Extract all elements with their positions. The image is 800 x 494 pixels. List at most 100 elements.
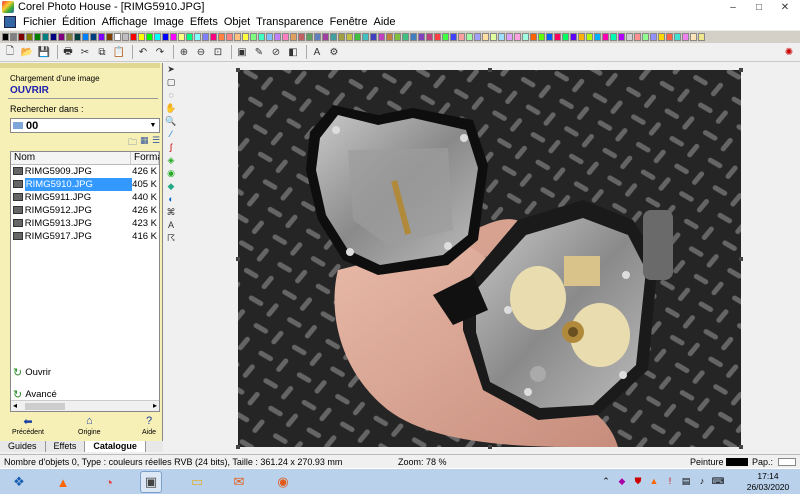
palette-swatch[interactable] — [194, 33, 201, 41]
palette-swatch[interactable] — [362, 33, 369, 41]
open-button[interactable]: ↻ Ouvrir — [13, 366, 51, 379]
palette-swatch[interactable] — [130, 33, 137, 41]
file-row[interactable]: RIMG5913.JPG 423 K — [11, 217, 159, 230]
selection-handle[interactable] — [739, 68, 743, 72]
selection-handle[interactable] — [739, 445, 743, 449]
palette-swatch[interactable] — [18, 33, 25, 41]
tray-volume-icon[interactable]: ♪ — [696, 475, 708, 487]
tab-catalogue[interactable]: Catalogue — [85, 441, 146, 452]
image-icon[interactable]: ▣ — [235, 45, 249, 59]
palette-swatch[interactable] — [490, 33, 497, 41]
file-row[interactable]: RIMG5909.JPG 426 K — [11, 165, 159, 178]
view-details-icon[interactable]: ☰ — [152, 135, 162, 146]
new-file-icon[interactable]: 🗋 — [3, 45, 17, 59]
pointer-icon[interactable]: ➤ — [165, 63, 177, 76]
menu-fichier[interactable]: Fichier — [20, 16, 59, 28]
view-list-icon[interactable]: ▦ — [140, 135, 150, 146]
tray-network-icon[interactable]: ▤ — [680, 475, 692, 487]
lasso-icon[interactable]: ◌ — [165, 89, 177, 102]
palette-swatch[interactable] — [450, 33, 457, 41]
ccleaner-icon[interactable]: ◔ — [98, 471, 120, 493]
tray-avast-icon[interactable]: ▲ — [648, 475, 660, 487]
palette-swatch[interactable] — [282, 33, 289, 41]
palette-swatch[interactable] — [170, 33, 177, 41]
palette-swatch[interactable] — [474, 33, 481, 41]
retouch-tool-icon[interactable]: ◉ — [165, 167, 177, 180]
firefox-icon[interactable]: ◉ — [272, 471, 294, 493]
effect-tool-icon[interactable]: ☈ — [165, 232, 177, 245]
file-row[interactable]: RIMG5912.JPG 426 K — [11, 204, 159, 217]
palette-swatch[interactable] — [578, 33, 585, 41]
text-tool-icon[interactable]: A — [165, 219, 177, 232]
paste-icon[interactable]: 📋 — [112, 45, 126, 59]
palette-swatch[interactable] — [146, 33, 153, 41]
palette-swatch[interactable] — [482, 33, 489, 41]
palette-swatch[interactable] — [674, 33, 681, 41]
stamp-icon[interactable]: ◧ — [286, 45, 300, 59]
zoom-icon[interactable]: 🔍 — [165, 115, 177, 128]
menu-edition[interactable]: Édition — [59, 16, 99, 28]
cut-icon[interactable]: ✂ — [78, 45, 92, 59]
palette-swatch[interactable] — [218, 33, 225, 41]
menu-transparence[interactable]: Transparence — [253, 16, 326, 28]
palette-swatch[interactable] — [378, 33, 385, 41]
fill-tool-icon[interactable]: ◆ — [165, 180, 177, 193]
palette-swatch[interactable] — [642, 33, 649, 41]
chevron-down-icon[interactable]: ▼ — [148, 120, 158, 131]
palette-swatch[interactable] — [330, 33, 337, 41]
palette-swatch[interactable] — [298, 33, 305, 41]
palette-swatch[interactable] — [434, 33, 441, 41]
zoom-out-icon[interactable]: ⊖ — [194, 45, 208, 59]
palette-swatch[interactable] — [74, 33, 81, 41]
palette-swatch[interactable] — [314, 33, 321, 41]
eraser-tool-icon[interactable]: ◐ — [165, 193, 177, 206]
windows-start-icon[interactable]: ❖ — [8, 471, 30, 493]
palette-swatch[interactable] — [138, 33, 145, 41]
palette-swatch[interactable] — [178, 33, 185, 41]
previous-button[interactable]: ⬅ Précédent — [12, 415, 44, 436]
mail-icon[interactable]: ✉ — [228, 471, 250, 493]
palette-swatch[interactable] — [26, 33, 33, 41]
palette-swatch[interactable] — [106, 33, 113, 41]
palette-swatch[interactable] — [154, 33, 161, 41]
zoom-in-icon[interactable]: ⊕ — [177, 45, 191, 59]
palette-swatch[interactable] — [658, 33, 665, 41]
selection-handle[interactable] — [236, 68, 240, 72]
palette-swatch[interactable] — [538, 33, 545, 41]
selection-handle[interactable] — [236, 257, 240, 261]
file-explorer-icon[interactable]: ▭ — [186, 471, 208, 493]
palette-swatch[interactable] — [442, 33, 449, 41]
palette-swatch[interactable] — [634, 33, 641, 41]
horizontal-scrollbar[interactable]: ◂ ▸ — [11, 400, 159, 411]
palette-swatch[interactable] — [242, 33, 249, 41]
palette-swatch[interactable] — [122, 33, 129, 41]
palette-swatch[interactable] — [522, 33, 529, 41]
menu-effets[interactable]: Effets — [187, 16, 221, 28]
print-icon[interactable]: 🖶 — [61, 45, 75, 59]
zoom-fit-icon[interactable]: ⊡ — [211, 45, 225, 59]
palette-swatch[interactable] — [546, 33, 553, 41]
palette-swatch[interactable] — [258, 33, 265, 41]
palette-swatch[interactable] — [562, 33, 569, 41]
paint-brush-icon[interactable]: ✎ — [252, 45, 266, 59]
palette-swatch[interactable] — [386, 33, 393, 41]
palette-swatch[interactable] — [274, 33, 281, 41]
palette-swatch[interactable] — [586, 33, 593, 41]
palette-swatch[interactable] — [690, 33, 697, 41]
clone-tool-icon[interactable]: ◈ — [165, 154, 177, 167]
palette-swatch[interactable] — [202, 33, 209, 41]
document-icon[interactable] — [4, 16, 16, 28]
palette-swatch[interactable] — [210, 33, 217, 41]
palette-swatch[interactable] — [418, 33, 425, 41]
palette-swatch[interactable] — [402, 33, 409, 41]
avast-icon[interactable]: ▲ — [52, 471, 74, 493]
palette-swatch[interactable] — [186, 33, 193, 41]
tab-guides[interactable]: Guides — [0, 441, 46, 452]
palette-swatch[interactable] — [10, 33, 17, 41]
palette-swatch[interactable] — [698, 33, 705, 41]
palette-swatch[interactable] — [530, 33, 537, 41]
maximize-button[interactable]: □ — [746, 0, 772, 14]
paper-color-swatch[interactable] — [778, 458, 796, 466]
palette-swatch[interactable] — [114, 33, 121, 41]
close-button[interactable]: ✕ — [772, 0, 798, 14]
